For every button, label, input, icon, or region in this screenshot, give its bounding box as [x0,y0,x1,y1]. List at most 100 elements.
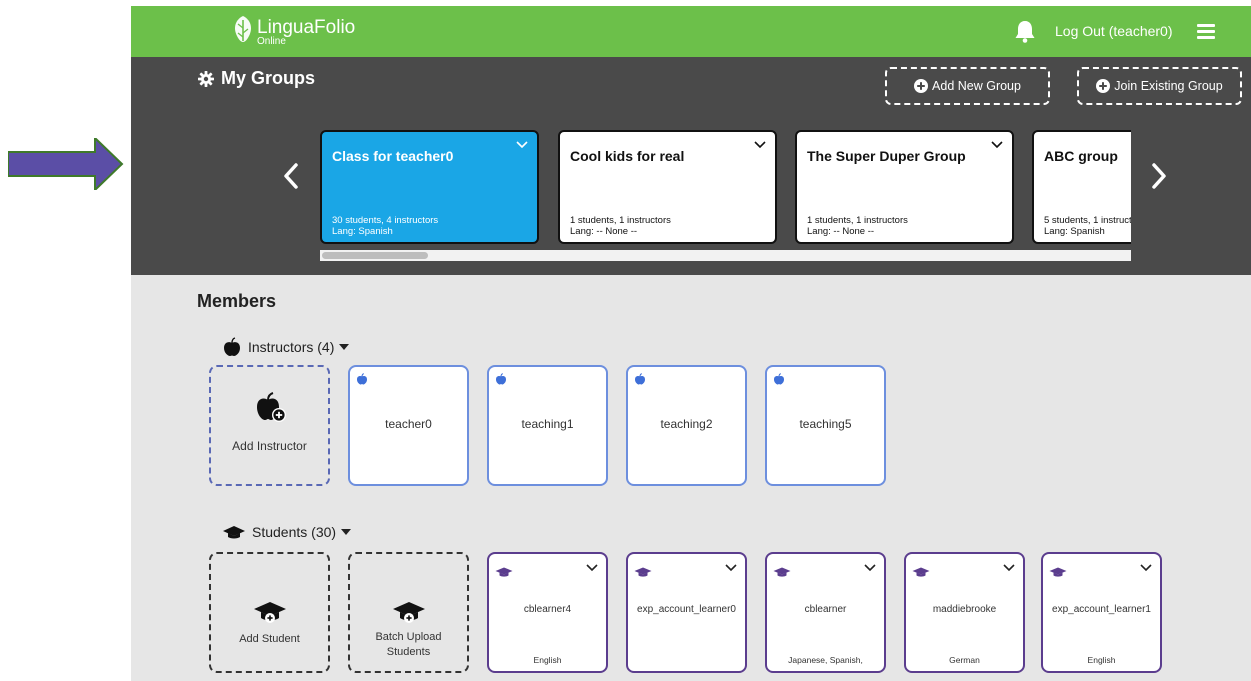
carousel-next-chevron-icon[interactable] [1149,161,1169,191]
group-card[interactable]: Cool kids for real 1 students, 1 instruc… [558,130,777,244]
group-name: ABC group [1044,148,1118,164]
carousel-prev-chevron-icon[interactable] [281,161,301,191]
add-new-group-label: Add New Group [932,79,1021,93]
graduation-cap-icon [1049,567,1067,577]
group-lang: Lang: Spanish [1044,226,1105,237]
instructor-card[interactable]: teaching1 [487,365,608,486]
graduation-cap-icon [634,567,652,577]
graduation-cap-icon [495,567,513,577]
group-lang: Lang: -- None -- [807,226,875,237]
instructor-name: teacher0 [385,417,432,431]
pointer-arrow-icon [8,138,124,190]
carousel-scrollbar[interactable] [320,250,1131,261]
logo-subtext: Online [257,36,286,47]
instructor-name: teaching1 [521,417,574,431]
add-student-label: Add Student [239,633,300,645]
group-lang: Lang: -- None -- [570,226,638,237]
gear-icon [198,70,214,87]
chevron-down-icon[interactable] [1003,564,1015,572]
group-counts: 1 students, 1 instructors [570,215,671,226]
group-carousel: Class for teacher0 30 students, 4 instru… [320,130,1131,245]
group-card[interactable]: ABC group 5 students, 1 instructors Lang… [1032,130,1131,244]
join-existing-group-button[interactable]: Join Existing Group [1077,67,1242,105]
members-heading: Members [197,291,277,311]
add-new-group-button[interactable]: Add New Group [885,67,1050,105]
app-logo[interactable]: LinguaFolio Online [231,14,355,50]
graduation-cap-plus-icon [392,602,425,623]
student-card[interactable]: cblearner Japanese, Spanish, [765,552,886,673]
students-label: Students (30) [252,524,337,540]
student-name: exp_account_learner1 [1052,604,1151,615]
add-instructor-button[interactable]: Add Instructor [209,365,330,486]
page-title-text: My Groups [221,68,316,88]
chevron-down-icon[interactable] [586,564,598,572]
batch-upload-students-button[interactable]: Batch Upload Students [348,552,469,673]
instructor-card[interactable]: teaching5 [765,365,886,486]
group-card[interactable]: The Super Duper Group 1 students, 1 inst… [795,130,1014,244]
caret-down-icon [341,529,352,535]
batch-upload-label: Batch Upload Students [375,631,442,658]
group-meta: 5 students, 1 instructors Lang: Spanish [1044,215,1131,237]
join-existing-group-label: Join Existing Group [1114,79,1223,93]
student-language: German [949,655,980,665]
chevron-down-icon[interactable] [725,564,737,572]
chevron-down-icon[interactable] [991,141,1003,149]
group-name: Class for teacher0 [332,148,454,164]
apple-plus-icon [256,392,286,422]
groups-panel: My Groups Add New Group Join Existing Gr… [131,57,1251,275]
scrollbar-thumb[interactable] [322,252,428,259]
apple-icon [496,373,506,385]
leaf-logo-icon [235,16,251,42]
student-name: exp_account_learner0 [637,604,736,615]
add-student-button[interactable]: Add Student [209,552,330,673]
menu-icon[interactable] [1197,24,1215,40]
student-card[interactable]: exp_account_learner0 [626,552,747,673]
apple-icon [357,373,367,385]
chevron-down-icon[interactable] [1140,564,1152,572]
graduation-cap-plus-icon [253,602,286,623]
group-name: The Super Duper Group [807,148,966,164]
instructor-name: teaching2 [660,417,713,431]
instructor-name: teaching5 [799,417,852,431]
group-card[interactable]: Class for teacher0 30 students, 4 instru… [320,130,539,244]
group-meta: 1 students, 1 instructors Lang: -- None … [570,215,671,237]
group-lang: Lang: Spanish [332,226,393,237]
plus-circle-icon [914,79,929,93]
group-counts: 30 students, 4 instructors [332,215,439,226]
page-title: My Groups [198,68,315,89]
students-toggle[interactable]: Students (30) [222,524,352,540]
instructor-card[interactable]: teacher0 [348,365,469,486]
logout-link[interactable]: Log Out (teacher0) [1055,22,1173,40]
student-name: cblearner [804,604,847,615]
group-meta: 30 students, 4 instructors Lang: Spanish [332,215,438,237]
chevron-down-icon[interactable] [754,141,766,149]
caret-down-icon [339,344,350,350]
add-instructor-label: Add Instructor [232,439,307,453]
student-language: English [1087,655,1116,665]
chevron-down-icon[interactable] [516,141,528,149]
student-card[interactable]: cblearner4 English [487,552,608,673]
graduation-cap-icon [223,526,245,539]
instructors-toggle[interactable]: Instructors (4) [222,337,350,357]
plus-circle-icon [1096,79,1111,93]
instructor-card[interactable]: teaching2 [626,365,747,486]
bell-icon[interactable] [1014,19,1036,43]
graduation-cap-icon [773,567,791,577]
apple-icon [774,373,784,385]
group-meta: 1 students, 1 instructors Lang: -- None … [807,215,908,237]
student-name: cblearner4 [523,604,572,615]
top-bar: LinguaFolio Online Log Out (teacher0) [131,6,1251,57]
student-card[interactable]: exp_account_learner1 English [1041,552,1162,673]
group-name: Cool kids for real [570,148,685,164]
graduation-cap-icon [912,567,930,577]
instructors-label: Instructors (4) [248,339,335,355]
group-counts: 5 students, 1 instructors [1044,215,1131,226]
student-language: English [533,655,562,665]
student-card[interactable]: maddiebrooke German [904,552,1025,673]
apple-icon [224,337,240,356]
apple-icon [635,373,645,385]
chevron-down-icon[interactable] [864,564,876,572]
app-window: LinguaFolio Online Log Out (teacher0) My… [131,6,1251,681]
logo-text: LinguaFolio [257,17,356,38]
student-language: Japanese, Spanish, [788,655,863,665]
